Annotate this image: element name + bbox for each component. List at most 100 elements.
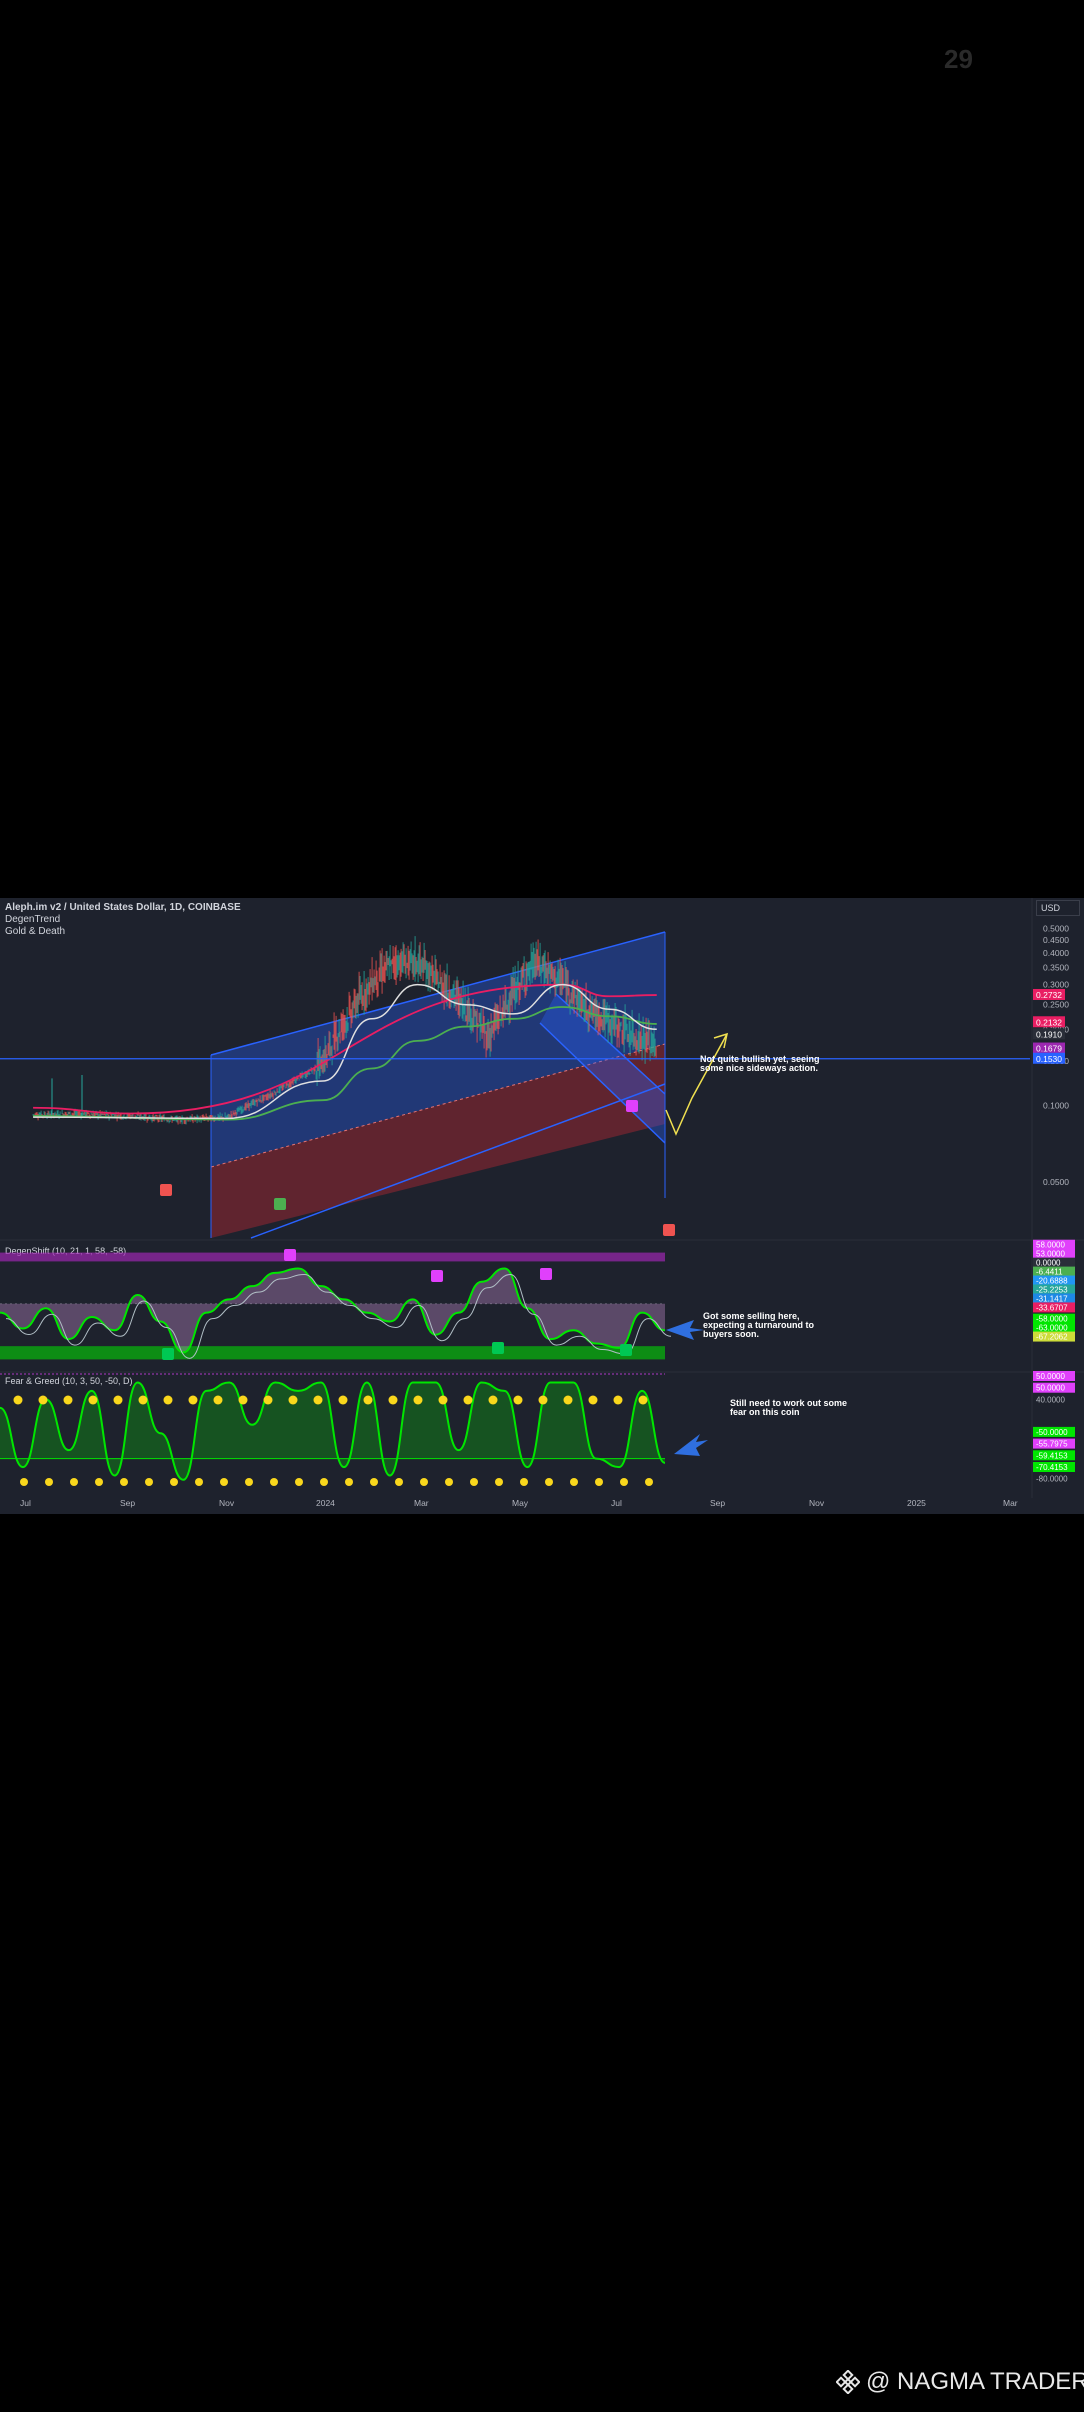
fg-greed-dot bbox=[288, 1395, 298, 1405]
fg-fear-dot bbox=[170, 1478, 178, 1486]
fg-greed-dot bbox=[63, 1395, 73, 1405]
watermark-text: @ NAGMA TRADER bbox=[866, 2368, 1084, 2395]
price-tick-label: 0.4000 bbox=[1043, 948, 1069, 958]
time-axis-label: May bbox=[512, 1498, 529, 1508]
osc-label-value: -31.1417 bbox=[1036, 1294, 1068, 1303]
osc-label-value: -58.0000 bbox=[1036, 1315, 1068, 1324]
osc-signal-marker bbox=[620, 1344, 632, 1356]
fg-greed-dot bbox=[163, 1395, 173, 1405]
fg-fear-dot bbox=[370, 1478, 378, 1486]
osc-oversold-band bbox=[0, 1346, 665, 1360]
fg-fear-dot bbox=[545, 1478, 553, 1486]
fg-label-value: -50.0000 bbox=[1036, 1428, 1068, 1437]
fg-fear-dot bbox=[95, 1478, 103, 1486]
symbol-title[interactable]: Aleph.im v2 / United States Dollar, 1D, … bbox=[5, 902, 241, 913]
price-tick-label: 0.2500 bbox=[1043, 1000, 1069, 1010]
annotation-note-1: some nice sideways action. bbox=[700, 1063, 818, 1073]
osc-label-value: -20.6888 bbox=[1036, 1277, 1068, 1286]
binance-logo-icon bbox=[836, 2370, 860, 2394]
projection-arrow bbox=[665, 1033, 728, 1136]
fg-fear-dot bbox=[270, 1478, 278, 1486]
sell-signal-marker bbox=[160, 1184, 172, 1196]
fg-label-value: -59.4153 bbox=[1036, 1451, 1068, 1460]
osc-label-value: 58.0000 bbox=[1036, 1241, 1065, 1250]
fg-greed-dot bbox=[38, 1395, 48, 1405]
fg-fear-dot bbox=[20, 1478, 28, 1486]
osc-label-value: -33.6707 bbox=[1036, 1303, 1068, 1312]
price-tick-label: 0.0500 bbox=[1043, 1177, 1069, 1187]
time-axis-label: Nov bbox=[809, 1498, 825, 1508]
fg-fear-dot bbox=[595, 1478, 603, 1486]
fg-greed-dot bbox=[363, 1395, 373, 1405]
fg-fear-dot bbox=[70, 1478, 78, 1486]
sell-signal-marker bbox=[626, 1100, 638, 1112]
time-axis-label: Jul bbox=[611, 1498, 622, 1508]
watermark: @ NAGMA TRADER bbox=[836, 2368, 1084, 2396]
fg-greed-dot bbox=[238, 1395, 248, 1405]
fg-fear-dot bbox=[295, 1478, 303, 1486]
fg-fear-dot bbox=[395, 1478, 403, 1486]
fg-greed-dot bbox=[513, 1395, 523, 1405]
osc-overbought-band bbox=[0, 1252, 665, 1262]
price-tick-label: 0.1000 bbox=[1043, 1101, 1069, 1111]
price-tick-label: 0.3500 bbox=[1043, 963, 1069, 973]
fg-fear-dot bbox=[120, 1478, 128, 1486]
trading-chart[interactable]: 0.50000.45000.40000.35000.30000.25000.20… bbox=[0, 898, 1084, 1514]
fg-fear-dot bbox=[195, 1478, 203, 1486]
page-number: 29 bbox=[944, 44, 973, 74]
fg-greed-dot bbox=[613, 1395, 623, 1405]
fg-fear-dot bbox=[570, 1478, 578, 1486]
fg-fear-dot bbox=[145, 1478, 153, 1486]
fg-greed-dot bbox=[263, 1395, 273, 1405]
fg-greed-dot bbox=[338, 1395, 348, 1405]
annotation-note-3: fear on this coin bbox=[730, 1407, 800, 1417]
fg-fear-dot bbox=[245, 1478, 253, 1486]
price-tick-label: 0.4500 bbox=[1043, 935, 1069, 945]
price-tick-label: 0.5000 bbox=[1043, 923, 1069, 933]
fg-label-value: -55.7975 bbox=[1036, 1440, 1068, 1449]
indicator-gold-death[interactable]: Gold & Death bbox=[5, 926, 65, 937]
osc-signal-marker bbox=[162, 1348, 174, 1360]
event-marker bbox=[663, 1224, 675, 1236]
fg-label-value: -70.4153 bbox=[1036, 1463, 1068, 1472]
fg-fear-dot bbox=[620, 1478, 628, 1486]
indicator-degentrend[interactable]: DegenTrend bbox=[5, 914, 60, 925]
annotation-pointer-arrow bbox=[666, 1320, 704, 1340]
time-axis-label: Nov bbox=[219, 1498, 235, 1508]
fg-greed-dot bbox=[638, 1395, 648, 1405]
time-axis-label: Jul bbox=[20, 1498, 31, 1508]
annotation-pointer-arrow bbox=[674, 1434, 708, 1456]
fg-greed-dot bbox=[538, 1395, 548, 1405]
fg-fear-dot bbox=[470, 1478, 478, 1486]
time-axis-label: 2025 bbox=[907, 1498, 926, 1508]
chart-canvas[interactable]: 0.50000.45000.40000.35000.30000.25000.20… bbox=[0, 898, 1084, 1514]
currency-button[interactable]: USD bbox=[1036, 900, 1080, 916]
fg-fear-dot bbox=[420, 1478, 428, 1486]
osc-label-value: -67.2062 bbox=[1036, 1333, 1068, 1342]
fg-fear-dot bbox=[520, 1478, 528, 1486]
fg-fear-dot bbox=[345, 1478, 353, 1486]
osc-label-value: 53.0000 bbox=[1036, 1250, 1065, 1259]
fg-greed-dot bbox=[438, 1395, 448, 1405]
fg-fear-dot bbox=[445, 1478, 453, 1486]
fg-fear-dot bbox=[320, 1478, 328, 1486]
osc-label-value: 0.0000 bbox=[1036, 1259, 1061, 1268]
fg-fear-dot bbox=[495, 1478, 503, 1486]
fg-greed-dot bbox=[213, 1395, 223, 1405]
osc-label-value: -63.0000 bbox=[1036, 1324, 1068, 1333]
price-label-value: 0.1910 bbox=[1036, 1029, 1062, 1039]
time-axis-label: 2024 bbox=[316, 1498, 335, 1508]
time-axis-label: Mar bbox=[414, 1498, 429, 1508]
fg-greed-dot bbox=[463, 1395, 473, 1405]
fg-greed-dot bbox=[563, 1395, 573, 1405]
fg-label-value: 50.0000 bbox=[1036, 1372, 1065, 1381]
fg-greed-dot bbox=[88, 1395, 98, 1405]
fg-greed-dot bbox=[488, 1395, 498, 1405]
time-axis-label: Sep bbox=[710, 1498, 725, 1508]
price-tick-label: 0.3000 bbox=[1043, 980, 1069, 990]
fg-greed-dot bbox=[413, 1395, 423, 1405]
price-label-value: 0.1679 bbox=[1036, 1044, 1062, 1054]
price-label-value: 0.1530 bbox=[1036, 1054, 1062, 1064]
annotation-note-2: buyers soon. bbox=[703, 1329, 759, 1339]
fg-label-value: 40.0000 bbox=[1036, 1395, 1065, 1404]
